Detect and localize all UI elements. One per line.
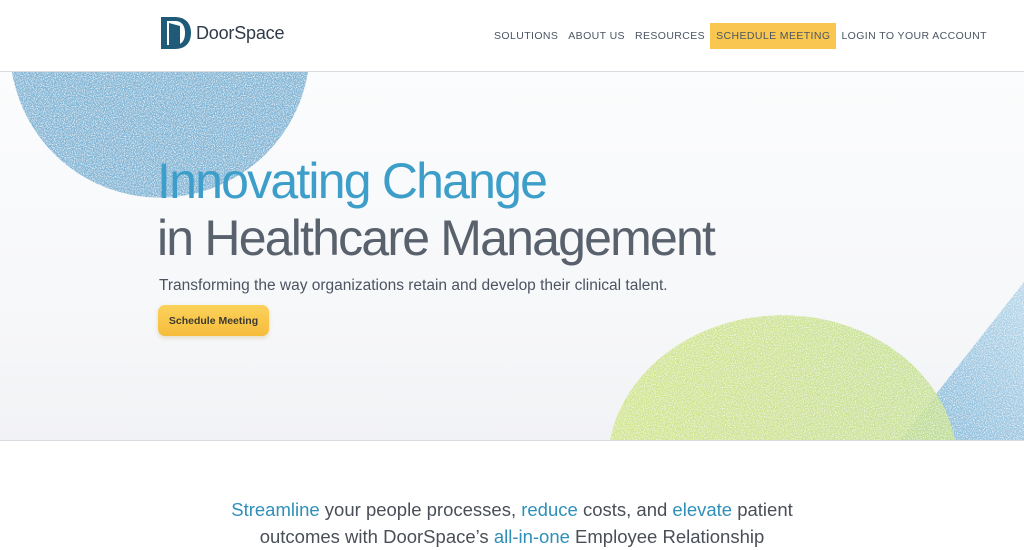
intro-line-1: Streamline your people processes, reduce… <box>0 496 1024 523</box>
brand-name: DoorSpace <box>196 22 285 43</box>
main-nav: SOLUTIONS ABOUT US RESOURCES SCHEDULE ME… <box>489 23 992 49</box>
hero-heading-line2: in Healthcare Management <box>157 210 716 266</box>
doorspace-logo-icon <box>161 17 191 49</box>
intro-accent-elevate: elevate <box>672 499 733 520</box>
intro-text: costs, and <box>577 499 673 520</box>
logo[interactable]: DoorSpace <box>160 16 284 50</box>
intro-text: outcomes with DoorSpace’s <box>259 526 494 547</box>
intro-text: patient <box>732 499 793 520</box>
nav-about-us[interactable]: ABOUT US <box>563 23 630 49</box>
hero-section: Innovating Change in Healthcare Manageme… <box>0 72 1024 441</box>
intro-accent-all-in-one: all-in-one <box>493 526 570 547</box>
schedule-meeting-button[interactable]: Schedule Meeting <box>158 305 269 336</box>
hero-heading-line1: Innovating Change <box>157 153 548 209</box>
hero-subtitle: Transforming the way organizations retai… <box>159 277 668 294</box>
nav-solutions[interactable]: SOLUTIONS <box>489 23 563 49</box>
intro-line-2: outcomes with DoorSpace’s all-in-one Emp… <box>0 523 1024 550</box>
intro-accent-streamline: Streamline <box>231 499 320 520</box>
site-header: DoorSpace SOLUTIONS ABOUT US RESOURCES S… <box>0 0 1024 72</box>
nav-login[interactable]: LOGIN TO YOUR ACCOUNT <box>836 23 992 49</box>
intro-text: your people processes, <box>319 499 522 520</box>
nav-schedule-meeting[interactable]: SCHEDULE MEETING <box>710 23 837 49</box>
nav-resources[interactable]: RESOURCES <box>630 23 710 49</box>
intro-accent-reduce: reduce <box>521 499 578 520</box>
intro-section: Streamline your people processes, reduce… <box>0 496 1024 550</box>
intro-text: Employee Relationship <box>569 526 765 547</box>
